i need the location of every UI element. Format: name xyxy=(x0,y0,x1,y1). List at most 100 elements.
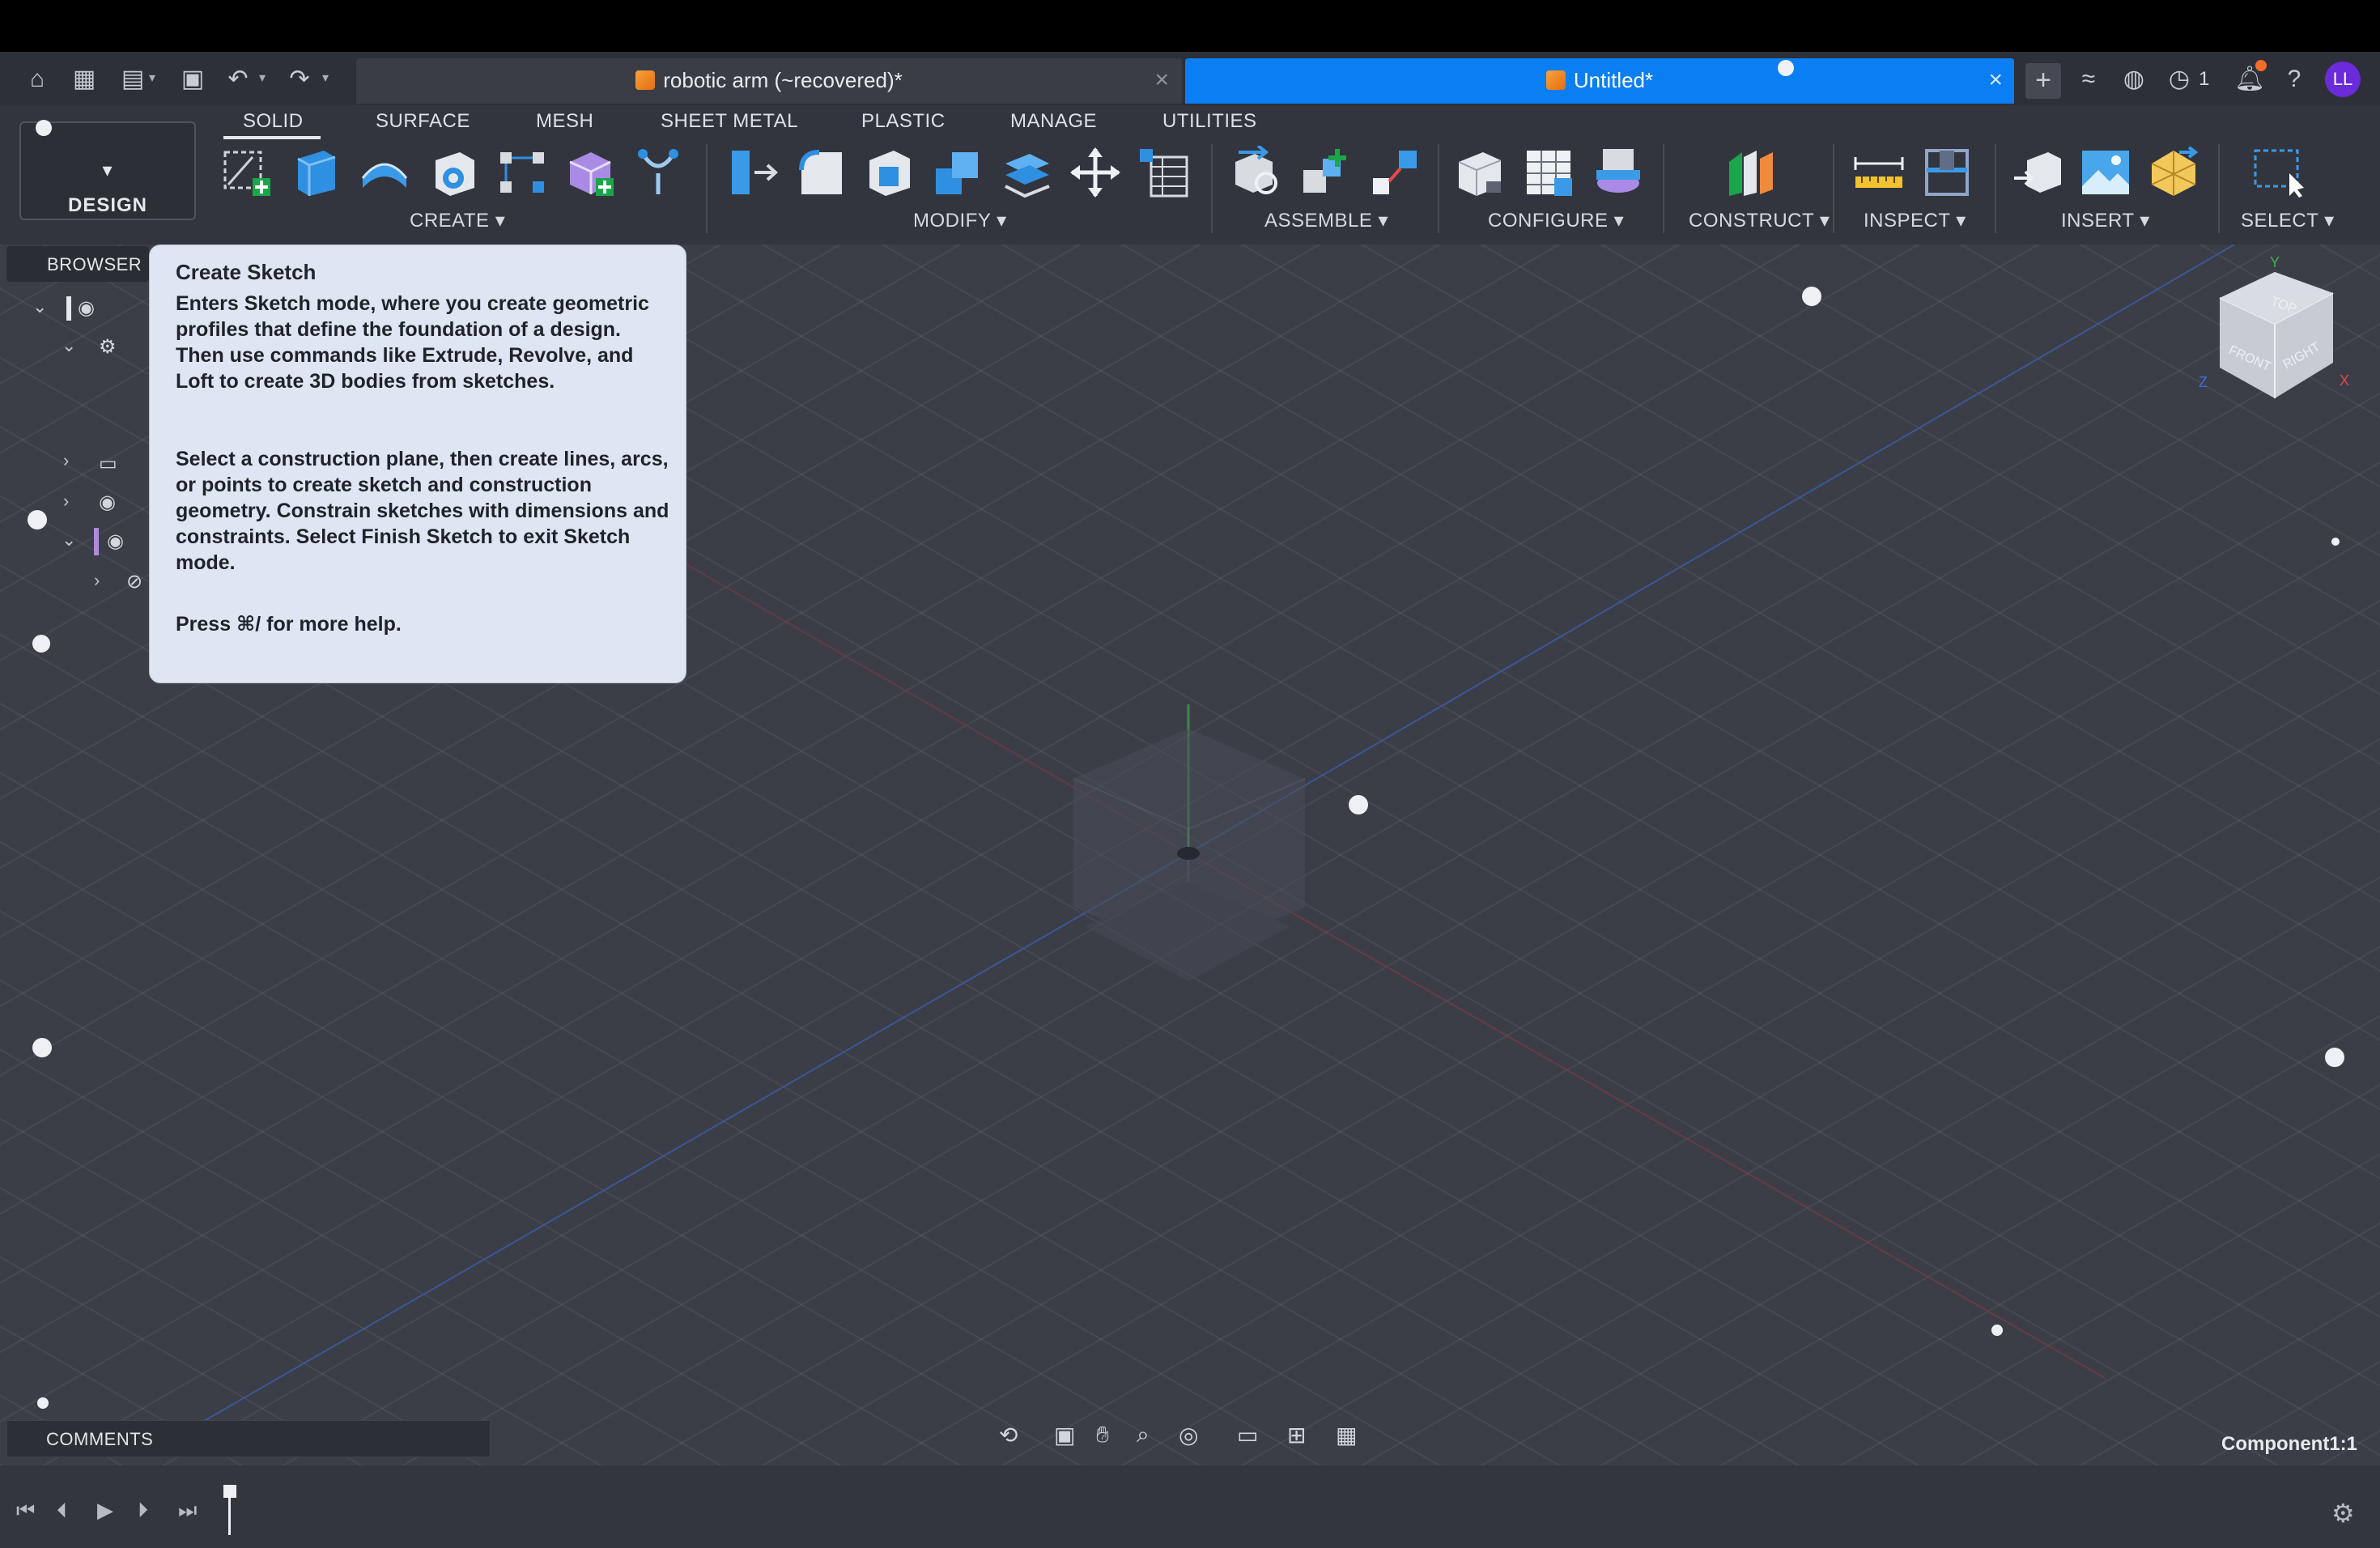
save-icon[interactable]: ▣ xyxy=(178,65,207,94)
measure-icon[interactable] xyxy=(1852,146,1906,199)
close-tab-icon[interactable]: × xyxy=(1988,66,2003,94)
file-caret-icon[interactable]: ▾ xyxy=(149,70,155,86)
tab-surface[interactable]: SURFACE xyxy=(376,110,470,133)
group-configure[interactable]: CONFIGURE xyxy=(1488,210,1609,232)
display-settings-icon[interactable]: ▭ xyxy=(1237,1422,1258,1448)
redo-caret-icon[interactable]: ▾ xyxy=(322,70,329,86)
overlay-dot xyxy=(32,635,50,653)
hidden-eye-icon[interactable]: ⊘ xyxy=(126,570,142,593)
group-modify[interactable]: MODIFY xyxy=(913,210,991,232)
tab-solid[interactable]: SOLID xyxy=(243,110,304,133)
new-component-icon[interactable] xyxy=(563,146,617,199)
visibility-eye-icon[interactable]: ◉ xyxy=(107,529,124,553)
undo-caret-icon[interactable]: ▾ xyxy=(259,70,266,86)
look-at-icon[interactable]: ▣ xyxy=(1054,1422,1075,1448)
insert-canvas-icon[interactable] xyxy=(2079,146,2132,199)
data-panel-icon[interactable]: ≈ xyxy=(2074,65,2103,94)
tab-utilities[interactable]: UTILITIES xyxy=(1162,110,1257,133)
group-insert[interactable]: INSERT xyxy=(2061,210,2134,232)
home-icon[interactable]: ⌂ xyxy=(23,65,52,94)
design-file-icon xyxy=(635,70,656,90)
revolve-icon[interactable] xyxy=(358,146,411,199)
step-back-icon[interactable]: ⏴ xyxy=(57,1498,67,1524)
group-inspect[interactable]: INSPECT xyxy=(1864,210,1950,232)
new-tab-icon[interactable]: + xyxy=(2025,63,2061,99)
document-settings-gear-icon[interactable]: ⚙ xyxy=(99,335,117,359)
group-create[interactable]: CREATE xyxy=(410,210,490,232)
configure-design-icon[interactable] xyxy=(1454,146,1507,199)
origin-folder-icon[interactable]: ▭ xyxy=(99,452,117,475)
user-avatar[interactable]: LL xyxy=(2325,62,2361,97)
timeline-bar xyxy=(0,1465,2380,1548)
workspace-switcher[interactable]: DESIGN ▾ xyxy=(19,121,196,220)
active-component-label: Component1:1 xyxy=(2221,1433,2357,1455)
create-sketch-icon[interactable] xyxy=(220,146,274,199)
move-copy-icon[interactable] xyxy=(1069,146,1122,199)
browser-panel-header[interactable]: BROWSER xyxy=(6,246,149,282)
fillet-icon[interactable] xyxy=(795,146,848,199)
tree-expand-chevron-icon[interactable]: ⌄ xyxy=(32,296,47,317)
comments-panel[interactable]: COMMENTS xyxy=(6,1420,491,1457)
as-built-joint-icon[interactable] xyxy=(1298,146,1352,199)
overlay-dot xyxy=(1778,60,1794,76)
play-icon[interactable]: ▶ xyxy=(97,1498,113,1523)
zoom-icon[interactable]: ⌕ xyxy=(1137,1422,1150,1448)
motion-link-icon[interactable] xyxy=(1368,146,1422,199)
extrude-icon[interactable] xyxy=(288,146,342,199)
visibility-eye-icon[interactable]: ◉ xyxy=(99,491,116,514)
change-parameters-icon[interactable] xyxy=(1137,146,1190,199)
file-menu-icon[interactable]: ▤ xyxy=(118,65,147,94)
shell-icon[interactable] xyxy=(863,146,916,199)
go-to-start-icon[interactable]: ⏮ xyxy=(16,1498,35,1524)
rectangular-pattern-icon[interactable] xyxy=(495,146,549,199)
undo-icon[interactable]: ↶ xyxy=(223,65,253,94)
joint-icon[interactable] xyxy=(1230,146,1284,199)
close-tab-icon[interactable]: × xyxy=(1154,66,1169,94)
pan-hand-icon[interactable]: ✋︎ xyxy=(1096,1422,1109,1448)
help-icon[interactable]: ? xyxy=(2280,65,2309,94)
tree-collapse-chevron-icon[interactable]: › xyxy=(94,570,100,591)
insert-mesh-icon[interactable] xyxy=(2147,146,2200,199)
viewports-icon[interactable]: ▦ xyxy=(1336,1422,1357,1448)
tab-sheet-metal[interactable]: SHEET METAL xyxy=(661,110,798,133)
offset-face-icon[interactable] xyxy=(1001,146,1054,199)
job-status-icon[interactable]: ◷ xyxy=(2165,65,2194,94)
group-select[interactable]: SELECT xyxy=(2241,210,2318,232)
press-pull-icon[interactable] xyxy=(725,146,779,199)
tab-plastic[interactable]: PLASTIC xyxy=(861,110,946,133)
tab-mesh[interactable]: MESH xyxy=(536,110,593,133)
hole-icon[interactable] xyxy=(427,146,481,199)
tree-collapse-chevron-icon[interactable]: › xyxy=(63,450,69,471)
configuration-table-icon[interactable] xyxy=(1522,146,1575,199)
redo-icon[interactable]: ↷ xyxy=(285,65,314,94)
overlay-dot xyxy=(2331,538,2340,546)
insert-derive-icon[interactable] xyxy=(2011,146,2064,199)
document-tab-robotic-arm[interactable]: robotic arm (~recovered)* × xyxy=(356,58,1182,104)
visibility-eye-icon[interactable]: ◉ xyxy=(78,296,95,320)
viewcube[interactable]: TOP FRONT RIGHT Y X Z xyxy=(2195,256,2357,418)
toolbar-separator xyxy=(1211,144,1213,233)
configuration-rules-icon[interactable] xyxy=(1592,146,1645,199)
tab-manage[interactable]: MANAGE xyxy=(1010,110,1097,133)
timeline-settings-gear-icon[interactable]: ⚙ xyxy=(2331,1498,2355,1529)
extensions-icon[interactable]: ◍ xyxy=(2119,65,2148,94)
group-construct[interactable]: CONSTRUCT xyxy=(1689,210,1814,232)
fit-icon[interactable]: ◎ xyxy=(1179,1422,1198,1448)
document-tab-untitled[interactable]: Untitled* × xyxy=(1185,58,2014,104)
apps-grid-icon[interactable]: ▦ xyxy=(70,65,99,94)
step-forward-icon[interactable]: ⏵ xyxy=(138,1498,148,1524)
tree-expand-chevron-icon[interactable]: ⌄ xyxy=(62,529,76,551)
tree-collapse-chevron-icon[interactable]: › xyxy=(63,491,69,512)
combine-icon[interactable] xyxy=(931,146,984,199)
group-assemble[interactable]: ASSEMBLE xyxy=(1264,210,1372,232)
toolbar-separator xyxy=(706,144,708,233)
go-to-end-icon[interactable]: ⏭ xyxy=(178,1498,197,1524)
section-analysis-icon[interactable] xyxy=(1920,146,1974,199)
tree-expand-chevron-icon[interactable]: ⌄ xyxy=(62,335,76,356)
select-window-icon[interactable] xyxy=(2250,146,2304,199)
offset-plane-icon[interactable] xyxy=(1724,146,1778,199)
orbit-icon[interactable]: ⟲ xyxy=(999,1422,1018,1448)
job-count: 1 xyxy=(2199,68,2210,90)
form-icon[interactable] xyxy=(631,146,685,199)
grid-settings-icon[interactable]: ⊞ xyxy=(1287,1422,1306,1448)
